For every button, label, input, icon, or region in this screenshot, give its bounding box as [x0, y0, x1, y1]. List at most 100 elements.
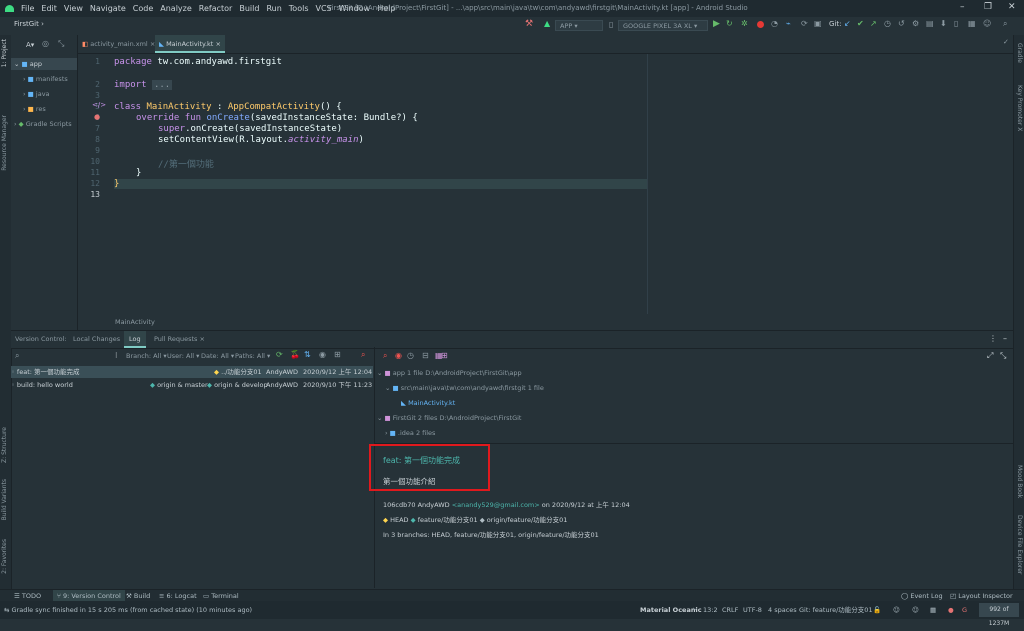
- minimize-icon[interactable]: –: [960, 2, 965, 12]
- vcs-push-icon[interactable]: ↗: [870, 19, 877, 28]
- search-icon[interactable]: ⌕: [361, 350, 365, 360]
- regex-icon[interactable]: ⁝: [115, 351, 118, 360]
- code-line-8[interactable]: setContentView(R.layout.activity_main): [114, 135, 364, 145]
- close-tab-icon[interactable]: ×: [215, 40, 220, 48]
- rollback-icon[interactable]: ↺: [898, 19, 905, 28]
- folded-imports[interactable]: ...: [151, 80, 173, 90]
- history-icon[interactable]: ◷: [884, 19, 891, 28]
- run-config-select[interactable]: APP ▾: [555, 20, 603, 31]
- wrench-icon[interactable]: ⚙: [912, 19, 919, 28]
- branch-filter[interactable]: Branch: All ▾: [126, 352, 167, 360]
- structure-tab[interactable]: Z: Structure: [1, 427, 8, 463]
- user-icon[interactable]: ☺: [983, 19, 991, 28]
- override-marker-icon[interactable]: ●: [94, 113, 100, 121]
- tab-pull-requests[interactable]: Pull Requests ×: [154, 331, 205, 348]
- project-structure-icon[interactable]: ▤: [926, 19, 934, 28]
- maximize-icon[interactable]: ❐: [984, 2, 992, 12]
- collapse-icon[interactable]: ⤡: [58, 39, 64, 49]
- changes-tree-file[interactable]: ◣ MainActivity.kt: [401, 399, 455, 407]
- mood-book-tab[interactable]: Mood Book: [1016, 465, 1023, 498]
- attach-debugger-icon[interactable]: ⌁: [786, 19, 791, 28]
- paths-filter[interactable]: Paths: All ▾: [235, 352, 270, 360]
- tree-item-app[interactable]: ⌄ ■ app: [14, 60, 42, 68]
- tab-log[interactable]: Log: [124, 331, 146, 348]
- stop-icon[interactable]: [757, 21, 764, 28]
- tree-item-gradle-scripts[interactable]: › ◆ Gradle Scripts: [14, 120, 72, 128]
- eye-icon[interactable]: ◉: [319, 350, 326, 359]
- tab-local-changes[interactable]: Local Changes: [73, 331, 120, 348]
- code-line-12[interactable]: }: [114, 179, 647, 189]
- hammer-icon[interactable]: ⚒: [525, 19, 533, 29]
- edit-icon[interactable]: ⊟: [422, 351, 429, 360]
- vcs-commit-icon[interactable]: ✔: [857, 19, 864, 28]
- code-line-6[interactable]: override fun onCreate(savedInstanceState…: [114, 113, 418, 123]
- memory-indicator[interactable]: 992 of 1237M: [979, 603, 1019, 627]
- changes-tree-item[interactable]: ⌄ ■ app 1 file D:\AndroidProject\FirstGi…: [377, 369, 522, 377]
- avd-manager-icon[interactable]: ▣: [814, 19, 822, 28]
- layout-icon[interactable]: ⊞: [334, 350, 341, 359]
- layout-icon[interactable]: ▦: [968, 19, 976, 28]
- menu-analyze[interactable]: Analyze: [160, 4, 192, 13]
- history-icon[interactable]: ◷: [407, 351, 414, 360]
- run-icon[interactable]: ▶: [713, 19, 720, 29]
- record-icon[interactable]: ●: [948, 601, 954, 619]
- sync-gradle-icon[interactable]: ⟳: [801, 19, 808, 28]
- apply-changes-icon[interactable]: ↻: [726, 19, 733, 28]
- tab-mainactivity-kt[interactable]: ◣ MainActivity.kt ×: [155, 35, 225, 53]
- menu-code[interactable]: Code: [133, 4, 153, 13]
- menu-navigate[interactable]: Navigate: [90, 4, 126, 13]
- more-options-icon[interactable]: ⋮: [989, 334, 997, 343]
- cherry-pick-icon[interactable]: 🍒: [290, 350, 300, 359]
- search-icon[interactable]: ⌕: [15, 351, 19, 361]
- menu-tools[interactable]: Tools: [289, 4, 309, 13]
- menu-build[interactable]: Build: [239, 4, 259, 13]
- git-branch-widget[interactable]: Git: feature/功能分支01: [799, 601, 873, 619]
- gradle-tab[interactable]: Gradle: [1016, 43, 1023, 63]
- device-manager-icon[interactable]: ▯: [954, 19, 958, 28]
- code-line-7[interactable]: super.onCreate(savedInstanceState): [114, 124, 342, 134]
- changes-tree-item[interactable]: ⌄ ■ src\main\java\tw\com\andyawd\firstgi…: [385, 384, 544, 392]
- diff-icon[interactable]: ◉: [395, 351, 402, 360]
- changes-tree-item[interactable]: ⌄ ■ FirstGit 2 files D:\AndroidProject\F…: [377, 414, 521, 422]
- author-email-link[interactable]: <anandy529@gmail.com>: [452, 501, 540, 509]
- indent-setting[interactable]: 4 spaces: [768, 601, 797, 619]
- profile-icon[interactable]: ◔: [771, 19, 778, 28]
- code-line-3[interactable]: import ...: [114, 80, 173, 90]
- file-encoding[interactable]: UTF-8: [743, 601, 762, 619]
- tree-item-java[interactable]: › ■ java: [23, 90, 50, 98]
- menu-file[interactable]: File: [21, 4, 34, 13]
- code-line-1[interactable]: package tw.com.andyawd.firstgit: [114, 57, 282, 67]
- code-line-5[interactable]: class MainActivity : AppCompatActivity()…: [114, 102, 342, 112]
- commit-row[interactable]: ◦ feat: 第一個功能完成 ◆ ../功能分支01 AndyAWD 2020…: [11, 366, 373, 378]
- search-icon[interactable]: ⌕: [1003, 19, 1007, 29]
- highlight-icon[interactable]: ⇅: [304, 350, 311, 359]
- smile-icon[interactable]: ☺: [893, 601, 900, 619]
- favorites-tab[interactable]: 2: Favorites: [1, 539, 8, 574]
- collapse-view-icon[interactable]: ⤡: [1000, 351, 1006, 361]
- line-separator[interactable]: CRLF: [722, 601, 738, 619]
- class-marker-icon[interactable]: </>: [92, 101, 106, 109]
- google-icon[interactable]: G: [962, 601, 967, 619]
- code-line-11[interactable]: }: [114, 168, 141, 178]
- menu-run[interactable]: Run: [266, 4, 281, 13]
- profile-icon[interactable]: ☺: [912, 601, 919, 619]
- search-icon[interactable]: ⌕: [383, 351, 387, 361]
- key-promoter-tab[interactable]: Key Promoter X: [1016, 85, 1023, 131]
- expand-icon[interactable]: ⊞: [441, 351, 448, 360]
- menu-refactor[interactable]: Refactor: [199, 4, 233, 13]
- target-icon[interactable]: ◎: [42, 39, 49, 48]
- refresh-icon[interactable]: ⟳: [276, 350, 283, 359]
- vcs-update-icon[interactable]: ↙: [844, 19, 851, 28]
- resource-manager-tab[interactable]: Resource Manager: [1, 115, 8, 171]
- build-variants-tab[interactable]: Build Variants: [1, 479, 8, 520]
- status-message[interactable]: ⇆ Gradle sync finished in 15 s 205 ms (f…: [4, 601, 252, 619]
- device-select[interactable]: GOOGLE PIXEL 3A XL ▾: [618, 20, 708, 31]
- tree-item-manifests[interactable]: › ■ manifests: [23, 75, 68, 83]
- device-file-explorer-tab[interactable]: Device File Explorer: [1016, 515, 1023, 574]
- caret-position[interactable]: 13:2: [703, 601, 718, 619]
- grid-icon[interactable]: ▦: [930, 601, 936, 619]
- breadcrumb-project[interactable]: FirstGit ›: [14, 20, 44, 28]
- date-filter[interactable]: Date: All ▾: [201, 352, 234, 360]
- commit-row[interactable]: ◦ build: hello world ◆ origin & master ◆…: [11, 379, 373, 391]
- lock-icon[interactable]: 🔓: [873, 601, 881, 619]
